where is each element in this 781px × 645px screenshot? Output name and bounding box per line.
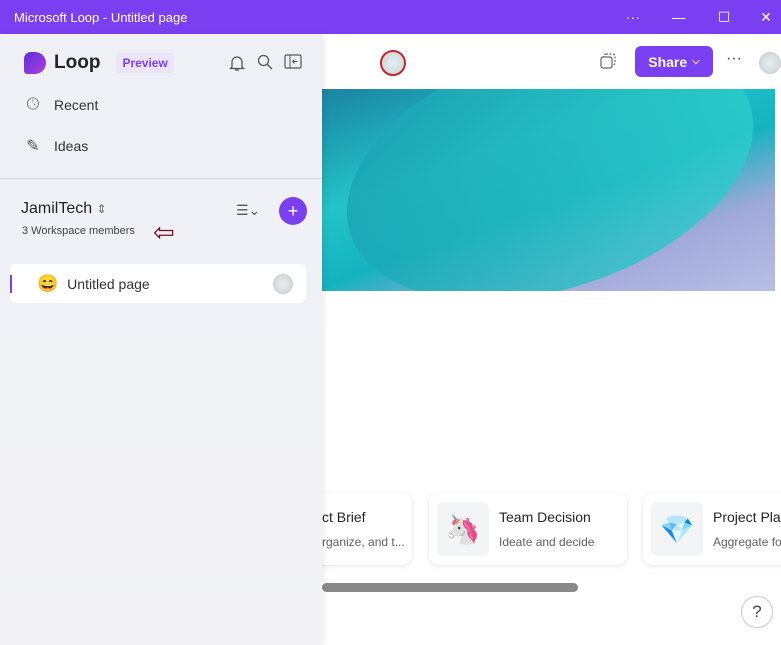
diamond-icon: 💎	[651, 502, 703, 556]
user-avatar[interactable]	[759, 52, 781, 74]
page-label: Untitled page	[67, 275, 150, 292]
share-button[interactable]: Share ⌵	[635, 46, 713, 77]
close-button[interactable]: ✕	[743, 0, 781, 34]
search-icon[interactable]	[257, 54, 273, 70]
page-avatar	[273, 273, 293, 294]
workspace-members[interactable]: 3 Workspace members	[22, 225, 135, 237]
card-subtitle: Aggregate fo	[713, 535, 781, 549]
sidebar: Loop Preview 🕓︎ Recent ✎ Ideas JamilTech ⇕ …	[0, 34, 322, 645]
card-subtitle: rganize, and t...	[322, 535, 405, 549]
sidebar-item-ideas[interactable]: ✎ Ideas	[24, 136, 88, 156]
divider	[0, 178, 322, 179]
sort-button[interactable]: ☰⌄	[236, 202, 260, 219]
help-button[interactable]: ?	[741, 596, 773, 628]
window-title: Microsoft Loop - Untitled page	[14, 9, 188, 25]
share-label: Share	[648, 53, 688, 70]
card-title: ct Brief	[322, 509, 366, 525]
nav-label: Ideas	[54, 138, 89, 154]
workspace-name: JamilTech	[21, 200, 93, 217]
sidebar-item-recent[interactable]: 🕓︎ Recent	[24, 96, 99, 114]
template-cards: ct Brief rganize, and t... 🦄 Team Decision…	[302, 493, 781, 565]
more-options-button[interactable]: ···	[726, 50, 742, 68]
minimize-button[interactable]: —	[656, 0, 702, 34]
nav-label: Recent	[54, 97, 99, 113]
unicorn-icon: 🦄	[437, 502, 489, 556]
cover-image	[300, 89, 775, 291]
card-title: Project Pla	[713, 509, 781, 525]
active-indicator	[10, 274, 12, 293]
workspace-switcher[interactable]: JamilTech ⇕	[21, 200, 107, 218]
add-page-button[interactable]: +	[279, 197, 307, 225]
maximize-button[interactable]: ☐	[701, 0, 747, 34]
page-item-untitled[interactable]: 😄 Untitled page	[10, 264, 306, 303]
more-icon[interactable]: ···	[610, 0, 656, 34]
page-emoji-icon: 😄	[37, 273, 59, 293]
app-name: Loop	[54, 52, 101, 73]
collaborator-avatar[interactable]	[380, 50, 406, 76]
loop-logo-icon	[24, 52, 46, 74]
template-card-project-plan[interactable]: 💎 Project Pla Aggregate fo	[643, 493, 781, 565]
collapse-sidebar-icon[interactable]	[284, 54, 302, 69]
pen-icon: ✎	[26, 138, 40, 155]
annotation-arrow-icon: ⇦	[153, 217, 175, 247]
preview-badge: Preview	[116, 53, 174, 73]
horizontal-scrollbar[interactable]	[322, 583, 578, 592]
bell-icon[interactable]	[229, 54, 245, 72]
template-card-team-decision[interactable]: 🦄 Team Decision Ideate and decide	[429, 493, 627, 565]
loop-logo: Loop Preview	[24, 52, 174, 74]
card-subtitle: Ideate and decide	[499, 535, 595, 549]
chevron-down-icon: ⌵	[692, 56, 700, 67]
copy-icon[interactable]	[600, 53, 616, 69]
chevron-updown-icon: ⇕	[96, 202, 107, 216]
clock-icon: 🕓︎	[26, 96, 40, 113]
card-title: Team Decision	[499, 509, 591, 525]
